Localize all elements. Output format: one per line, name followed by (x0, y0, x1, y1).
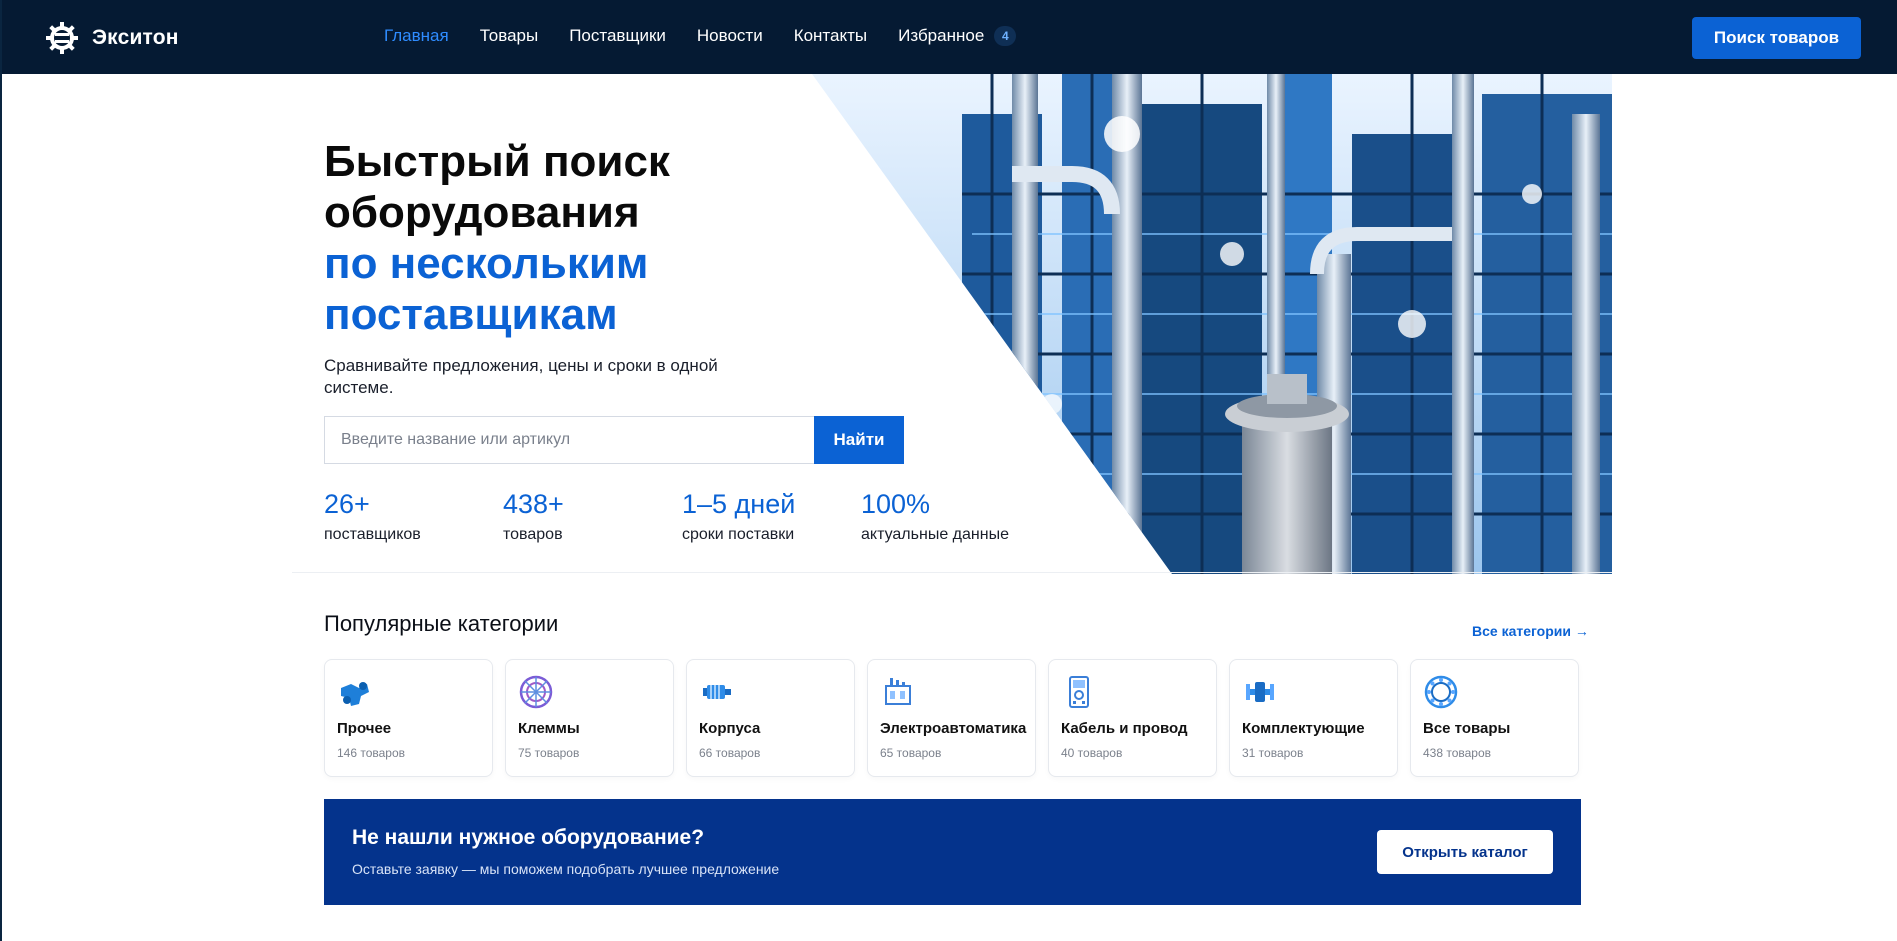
category-name: Комплектующие (1242, 720, 1365, 737)
category-count: 31 товаров (1242, 746, 1304, 760)
stat-value: 100% (861, 489, 931, 519)
search-input[interactable] (324, 416, 814, 464)
stat-delivery: 1–5 дней сроки поставки (682, 488, 861, 544)
category-count: 65 товаров (880, 746, 942, 760)
top-navbar: Экситон Главная Товары Поставщики Новост… (2, 0, 1897, 74)
search-products-button[interactable]: Поиск товаров (1692, 17, 1861, 59)
category-card-cable-wire[interactable]: Кабель и провод 40 товаров (1048, 659, 1217, 777)
hero-title-accent-line-1: по нескольким (324, 239, 649, 288)
hero-stats: 26+ поставщиков 438+ товаров 1–5 дней ср… (324, 488, 1040, 544)
category-count: 66 товаров (699, 746, 761, 760)
multimeter-icon (1069, 676, 1089, 708)
category-name: Электроавтоматика (880, 720, 1027, 737)
banner-subtitle: Оставьте заявку — мы поможем подобрать л… (352, 861, 780, 877)
category-name: Прочее (337, 720, 392, 737)
main-nav: Главная Товары Поставщики Новости Контак… (384, 26, 1017, 46)
gear-circle-icon (1424, 675, 1458, 709)
stat-label: сроки поставки (682, 526, 795, 543)
stat-products: 438+ товаров (503, 488, 682, 544)
category-name: Корпуса (699, 720, 761, 737)
category-card-housings[interactable]: Корпуса 66 товаров (686, 659, 855, 777)
category-name: Клеммы (518, 720, 580, 737)
nav-item-home[interactable]: Главная (384, 26, 449, 46)
nav-item-favorites-label[interactable]: Избранное (898, 26, 984, 46)
terminal-block-icon (519, 675, 553, 709)
hero-title-line-1: Быстрый поиск (324, 137, 670, 186)
nav-item-products[interactable]: Товары (480, 26, 538, 46)
hero-title: Быстрый поиск оборудования по нескольким… (324, 136, 670, 340)
coupling-icon (1246, 682, 1274, 702)
hero-subtitle: Сравнивайте предложения, цены и сроки в … (324, 356, 718, 397)
category-card-components[interactable]: Комплектующие 31 товаров (1229, 659, 1398, 777)
stat-value: 1–5 дней (682, 489, 796, 519)
category-count: 40 товаров (1061, 746, 1123, 760)
brand-name: Экситон (92, 26, 179, 49)
category-name: Все товары (1423, 720, 1511, 737)
category-card-electro-automation[interactable]: Электроавтоматика 65 товаров (867, 659, 1036, 777)
stat-suppliers: 26+ поставщиков (324, 488, 503, 544)
nav-item-contacts[interactable]: Контакты (794, 26, 867, 46)
nav-item-suppliers[interactable]: Поставщики (569, 26, 666, 46)
open-catalog-button[interactable]: Открыть каталог (1377, 830, 1553, 874)
category-card-other[interactable]: Прочее 146 товаров (324, 659, 493, 777)
stat-value: 438+ (503, 489, 564, 519)
hero-title-line-2: оборудования (324, 188, 640, 237)
category-card-terminals[interactable]: Клеммы 75 товаров (505, 659, 674, 777)
search-submit-button[interactable]: Найти (814, 416, 904, 464)
brand-logo[interactable]: Экситон (44, 20, 179, 56)
nav-item-news[interactable]: Новости (697, 26, 763, 46)
category-cards: Прочее 146 товаров Клеммы 75 товаров Кор… (324, 659, 1579, 777)
circuit-breaker-icon (885, 678, 911, 705)
pipe-fitting-icon (341, 682, 369, 706)
hero-search-form: Найти (324, 416, 904, 464)
stat-value: 26+ (324, 489, 370, 519)
favorites-count-badge: 4 (994, 26, 1017, 46)
stat-label: актуальные данные (861, 526, 1009, 543)
motor-housing-icon (703, 685, 731, 699)
hero-title-accent-line-2: поставщикам (324, 290, 618, 339)
category-name: Кабель и провод (1061, 720, 1188, 737)
request-banner: Не нашли нужное оборудование? Оставьте з… (324, 799, 1581, 905)
category-count: 75 товаров (518, 746, 580, 760)
category-card-all-products[interactable]: Все товары 438 товаров (1410, 659, 1579, 777)
stat-label: поставщиков (324, 526, 421, 543)
section-divider (292, 572, 1612, 573)
category-count: 146 товаров (337, 746, 406, 760)
gear-logo-icon (46, 22, 78, 54)
category-count: 438 товаров (1423, 746, 1492, 760)
categories-title: Популярные категории (324, 611, 559, 636)
nav-item-favorites[interactable]: Избранное 4 (898, 26, 1017, 46)
stat-data-actuality: 100% актуальные данные (861, 488, 1040, 544)
all-categories-link[interactable]: Все категории → (1472, 623, 1589, 639)
stat-label: товаров (503, 526, 563, 543)
banner-title: Не нашли нужное оборудование? (352, 826, 705, 849)
